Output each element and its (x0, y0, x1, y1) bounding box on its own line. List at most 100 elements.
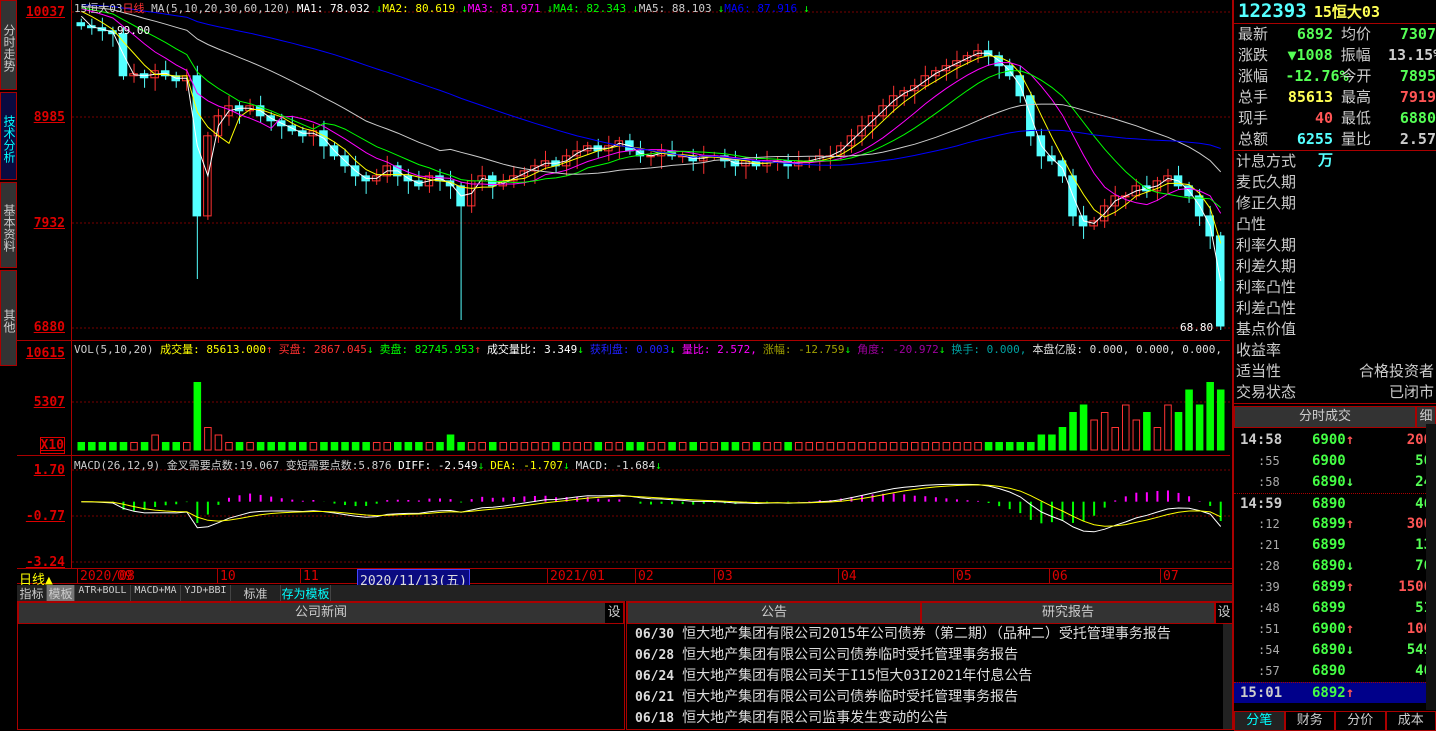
template-item[interactable]: 模板 (47, 585, 75, 601)
security-name: 15恒大03 (74, 2, 123, 15)
volume-bar (1196, 405, 1203, 450)
bond-property: 利差久期 (1236, 256, 1436, 277)
quote-value: 7919 (1389, 87, 1436, 108)
bond-property: 基点价值 (1236, 319, 1436, 340)
template-item[interactable]: 标准 (231, 585, 281, 601)
announcement-tab[interactable]: 公告 (627, 602, 921, 624)
tab-ticks[interactable]: 分笔 (1234, 711, 1285, 731)
date-tick: 10 (217, 569, 236, 584)
quote-value: 6255万 (1286, 129, 1334, 150)
quote-label: 量比 (1333, 129, 1389, 150)
ma-value: MA4: 82.343 (553, 2, 626, 15)
volume-bar (300, 443, 307, 451)
tick-price: 6890 (1306, 494, 1376, 514)
tick-volume: 46 (1376, 494, 1432, 514)
template-item[interactable]: ATR+BOLL (75, 585, 131, 601)
volume-bar (743, 443, 750, 451)
volume-bar (226, 443, 233, 451)
news-item[interactable]: 06/24恒大地产集团有限公司关于I15恒大03I2021年付息公告 (635, 666, 1223, 687)
settings-button[interactable]: 设 (605, 603, 623, 623)
tick-volume: 1500 (1376, 577, 1432, 598)
tick-time: 15:01 (1234, 683, 1306, 703)
tick-time: :28 (1234, 556, 1306, 577)
tab-intraday[interactable]: 分时走势 (0, 0, 17, 90)
news-date: 06/30 (635, 627, 674, 642)
quote-value: -12.76% (1285, 66, 1333, 87)
tab-fundamentals[interactable]: 基本资料 (0, 182, 17, 268)
tick-volume: 300 (1376, 514, 1432, 535)
quote-label: 最高 (1333, 87, 1389, 108)
volume-bar (658, 443, 665, 451)
volume-bar (363, 443, 370, 451)
volume-bar (616, 443, 623, 451)
volume-bar (753, 443, 760, 451)
tick-time: :39 (1234, 577, 1306, 598)
quote-value: 85613 (1286, 87, 1334, 108)
tick-volume: 51 (1376, 598, 1432, 619)
ma-line-2 (81, 11, 1220, 243)
settings-button[interactable]: 设 (1215, 602, 1233, 624)
company-news-tab[interactable]: 公司新闻 设 (18, 602, 624, 624)
news-item[interactable]: 06/21恒大地产集团有限公司公司债券临时受托管理事务报告 (635, 687, 1223, 708)
tab-price-dist[interactable]: 分价 (1335, 711, 1386, 731)
tab-other[interactable]: 其他 (0, 270, 17, 366)
template-item[interactable]: YJD+BBI (181, 585, 231, 601)
news-item[interactable]: 06/18恒大地产集团有限公司监事发生变动的公告 (635, 708, 1223, 729)
volume-bar (838, 443, 845, 451)
quote-row: 总额6255万量比2.57 (1238, 129, 1436, 150)
volume-bar (954, 443, 961, 451)
tab-cost[interactable]: 成本 (1386, 711, 1436, 731)
tick-time: :57 (1234, 661, 1306, 682)
tick-price: 6890 (1306, 661, 1376, 682)
volume-bar (521, 443, 528, 451)
volume-bar (901, 443, 908, 451)
tick-time: :58 (1234, 472, 1306, 493)
bond-property: 收益率 (1236, 340, 1436, 361)
volume-bar (890, 443, 897, 451)
volume-bar (131, 443, 138, 451)
volume-bar (1059, 428, 1066, 451)
template-item[interactable]: 存为模板 (281, 585, 331, 601)
volume-bar (468, 443, 475, 451)
news-item[interactable]: 06/28恒大地产集团有限公司公司债券临时受托管理事务报告 (635, 645, 1223, 666)
quote-label: 总额 (1238, 129, 1286, 150)
volume-bar (563, 443, 570, 451)
volume-bar (711, 443, 718, 451)
price-tick: 8985 (34, 110, 65, 125)
tick-time: :54 (1234, 640, 1306, 661)
macd-tick: -0.77 (26, 509, 65, 524)
company-news-title: 公司新闻 (295, 605, 347, 620)
template-item[interactable]: MACD+MA (131, 585, 181, 601)
tab-finance[interactable]: 财务 (1285, 711, 1336, 731)
quote-label: 最低 (1333, 108, 1389, 129)
tick-time: :12 (1234, 514, 1306, 535)
template-item[interactable]: 指标 (17, 585, 47, 601)
scrollbar[interactable] (1426, 424, 1436, 710)
volume-bar (848, 443, 855, 451)
macd-value: DIFF: -2.549 (398, 459, 477, 472)
vol-params: VOL(5,10,20) (74, 343, 153, 356)
volume-bar (1038, 435, 1045, 450)
research-tab[interactable]: 研究报告 (921, 602, 1215, 624)
volume-bar (1006, 443, 1013, 451)
volume-bar (205, 428, 212, 451)
security-title: 15恒大03 (1314, 3, 1380, 21)
volume-bar (943, 443, 950, 451)
date-tick: 02 (635, 569, 654, 584)
volume-bar (152, 435, 159, 450)
vol-legend: VOL(5,10,20) 成交量: 85613.000↑买盘: 2867.045… (74, 341, 1228, 357)
volume-bar (1101, 413, 1108, 451)
tick-time: :55 (1234, 451, 1306, 472)
volume-bar (975, 443, 982, 451)
quote-value: 40 (1286, 108, 1334, 129)
bond-property: 修正久期 (1236, 193, 1436, 214)
candle (77, 23, 85, 26)
news-item[interactable]: 06/30恒大地产集团有限公司2015年公司债券（第二期）（品种二）受托管理事务… (635, 624, 1223, 645)
template-bar: 指标模板ATR+BOLLMACD+MAYJD+BBI标准存为模板 (17, 585, 1232, 601)
quote-value: 6892 (1286, 24, 1334, 45)
volume-bar (827, 443, 834, 451)
volume-bar (1186, 390, 1193, 450)
tab-technical[interactable]: 技术分析 (0, 92, 17, 180)
kline-chart[interactable]: 99.0068.80 (72, 0, 1232, 568)
tick-price: 6900↑ (1306, 619, 1376, 640)
